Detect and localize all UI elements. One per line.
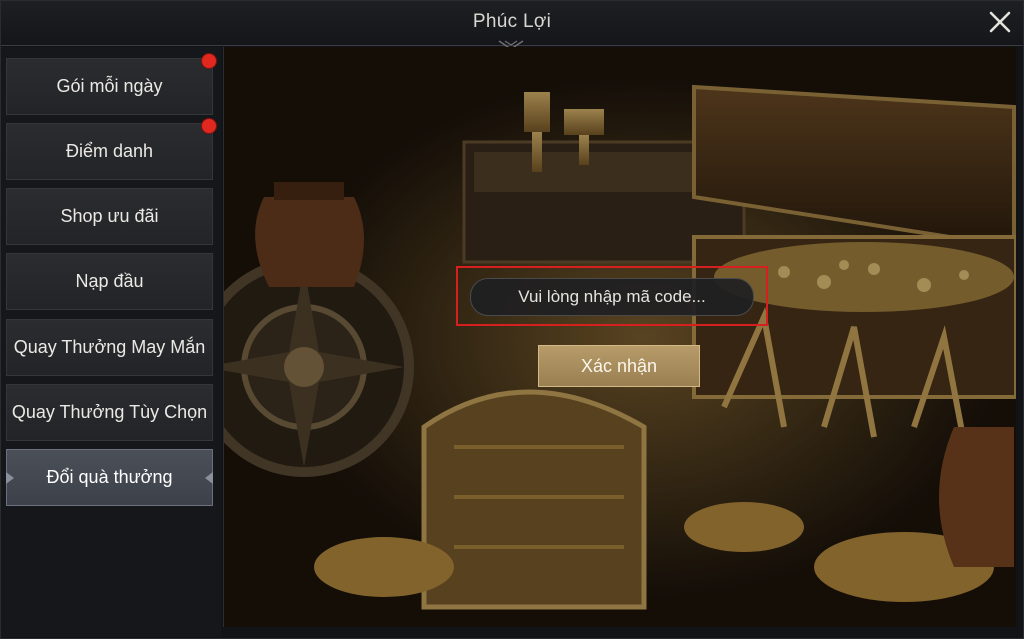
confirm-button[interactable]: Xác nhận bbox=[538, 345, 700, 387]
sidebar-item-label: Gói mỗi ngày bbox=[56, 76, 163, 96]
confirm-button-label: Xác nhận bbox=[580, 355, 658, 376]
sidebar: Gói mỗi ngày Điểm danh Shop ưu đãi Nạp đ… bbox=[1, 47, 221, 637]
treasure-background bbox=[223, 47, 1016, 627]
sidebar-item-first-recharge[interactable]: Nạp đầu bbox=[6, 253, 213, 310]
sidebar-item-check-in[interactable]: Điểm danh bbox=[6, 118, 217, 180]
sidebar-item-label: Quay Thưởng Tùy Chọn bbox=[11, 402, 208, 422]
code-input-placeholder: Vui lòng nhập mã code... bbox=[518, 287, 706, 306]
treasure-illustration bbox=[224, 47, 1016, 627]
sidebar-item-deals-shop[interactable]: Shop ưu đãi bbox=[6, 188, 213, 245]
sidebar-item-label: Quay Thưởng May Mắn bbox=[13, 337, 206, 357]
tab-ornament-right bbox=[205, 472, 213, 484]
sidebar-item-custom-spin[interactable]: Quay Thưởng Tùy Chọn bbox=[6, 384, 213, 441]
sidebar-item-label: Shop ưu đãi bbox=[60, 206, 159, 226]
code-input[interactable]: Vui lòng nhập mã code... bbox=[470, 278, 754, 316]
sidebar-item-label: Điểm danh bbox=[65, 141, 154, 161]
close-icon[interactable] bbox=[987, 9, 1013, 35]
tab-ornament-left bbox=[6, 472, 14, 484]
sidebar-item-lucky-spin[interactable]: Quay Thưởng May Mắn bbox=[6, 319, 213, 376]
title-bar: Phúc Lợi bbox=[1, 1, 1023, 50]
sidebar-item-label: Nạp đầu bbox=[75, 271, 144, 291]
notification-badge bbox=[201, 118, 217, 134]
code-highlight-frame: Vui lòng nhập mã code... bbox=[456, 266, 768, 326]
window-title: Phúc Lợi bbox=[472, 11, 552, 32]
notification-badge bbox=[201, 53, 217, 69]
sidebar-item-daily-pack[interactable]: Gói mỗi ngày bbox=[6, 53, 217, 115]
welfare-window: Phúc Lợi Gói mỗi ngày Điểm danh Shop ưu … bbox=[0, 0, 1024, 639]
sidebar-item-redeem-gift[interactable]: Đổi quà thưởng bbox=[6, 449, 213, 506]
sidebar-item-label: Đổi quà thưởng bbox=[46, 467, 173, 487]
